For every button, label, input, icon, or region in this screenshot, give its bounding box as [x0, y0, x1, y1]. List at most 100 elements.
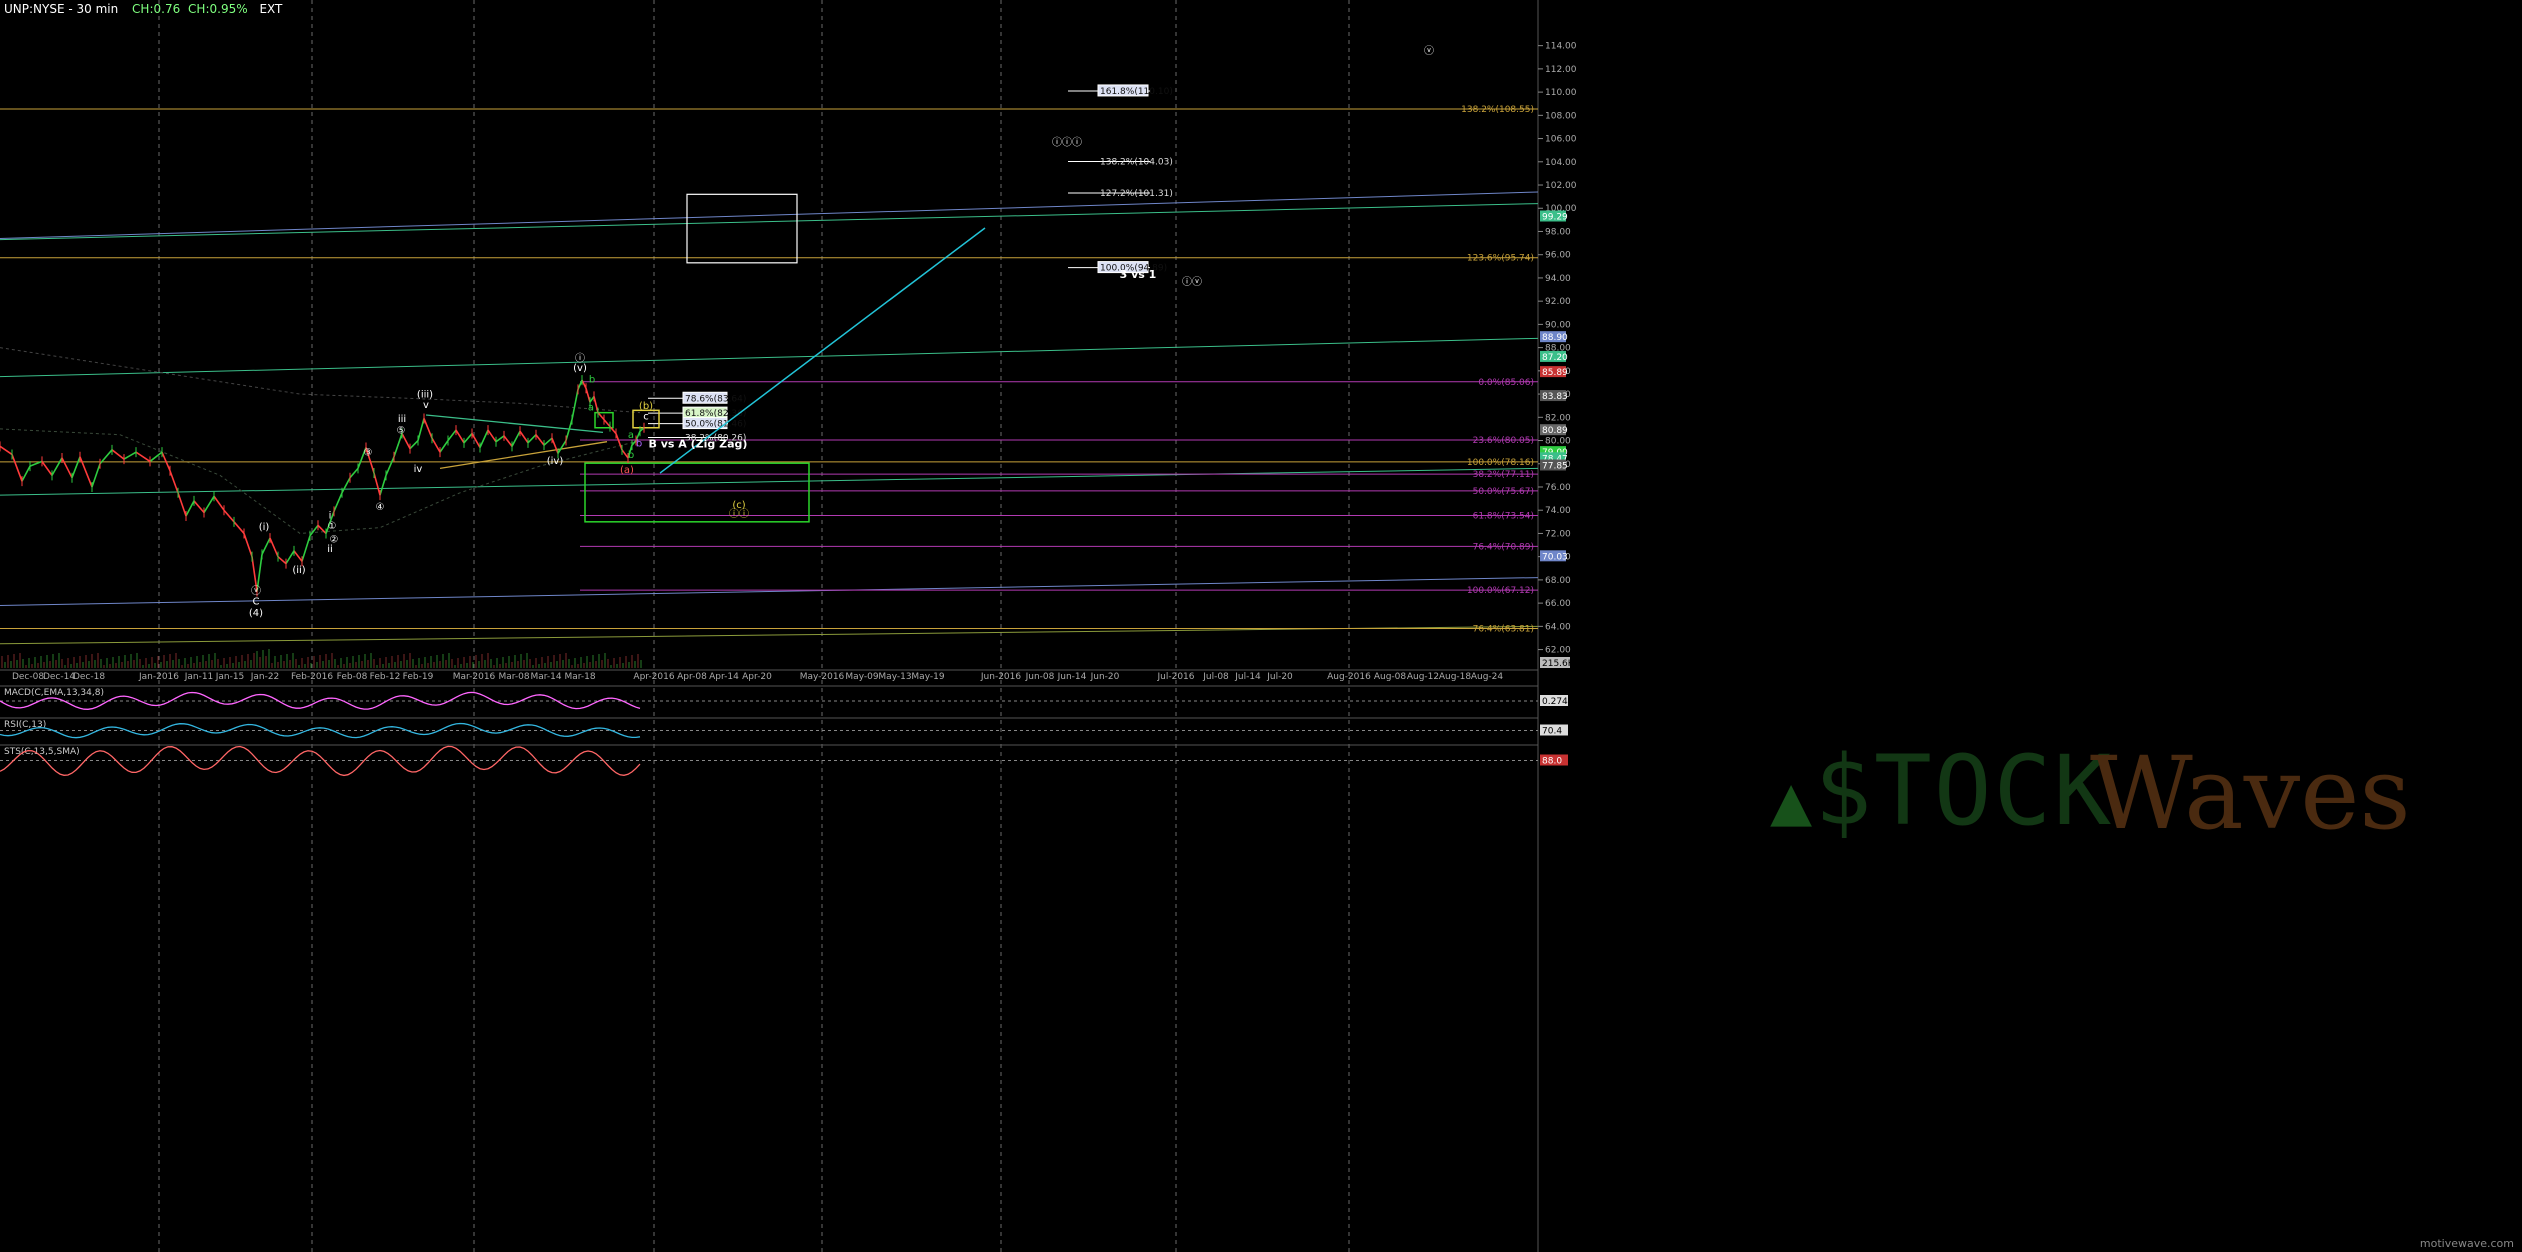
- price-segment: [503, 435, 513, 447]
- stock-triangle-icon: ▲: [1770, 759, 1815, 841]
- wave-label: b: [636, 438, 642, 449]
- fib-right-label: 23.6%(80.05): [1473, 436, 1534, 446]
- fib-right-label: 76.4%(70.89): [1473, 542, 1534, 552]
- triangle-lower: [439, 441, 608, 470]
- x-tick-label: Dec-18: [73, 672, 105, 682]
- wave-label: c: [643, 412, 649, 423]
- price-segment: [51, 457, 63, 476]
- price-segment: [185, 500, 195, 517]
- y-tick-label: 64.00: [1545, 622, 1571, 632]
- indicator-name: MACD(C,EMA,13,34,8): [4, 688, 104, 698]
- price-tag-label: 87.20: [1542, 353, 1568, 363]
- price-segment: [557, 440, 567, 454]
- price-segment: [309, 524, 319, 537]
- wave-label: (i): [259, 522, 270, 533]
- x-tick-label: Jul-20: [1266, 672, 1293, 682]
- x-tick-label: May-09: [845, 672, 878, 682]
- price-tag-label: 77.85: [1542, 461, 1568, 471]
- price-chart[interactable]: Dec-08Dec-14Dec-18 Jan-2016 Jan-11 Jan-15 Ja…: [0, 0, 2522, 1252]
- x-tick-label: Jun-20: [1090, 672, 1120, 682]
- y-tick-label: 62.00: [1545, 646, 1571, 656]
- x-tick-label: May-19: [911, 672, 944, 682]
- wave-label: ⑤: [397, 426, 406, 437]
- chart-header: UNP:NYSE - 30 min CH:0.76 CH:0.95% EXT: [4, 2, 282, 16]
- y-tick-label: 94.00: [1545, 274, 1571, 284]
- price-segment: [439, 440, 449, 453]
- x-tick-label: Aug-2016: [1327, 672, 1371, 682]
- price-segment: [169, 470, 179, 494]
- price-segment: [341, 477, 351, 494]
- x-tick-label: Feb-08: [337, 672, 368, 682]
- price-tag-label: 85.89: [1542, 368, 1568, 378]
- y-tick-label: 92.00: [1545, 297, 1571, 307]
- price-segment: [603, 419, 611, 428]
- wave-label: (4): [249, 608, 263, 619]
- change-pct: CH:0.95%: [188, 2, 248, 16]
- symbol-title: UNP:NYSE - 30 min: [4, 2, 119, 16]
- price-segment: [213, 495, 225, 511]
- indicator-name: STS(C,13,5,SMA): [4, 747, 80, 757]
- x-tick-label: Apr-14: [709, 672, 739, 682]
- wave-label: a: [588, 402, 594, 413]
- indicator-name: RSI(C,13): [4, 720, 46, 730]
- wave-label: ⓘⓘ: [729, 508, 749, 520]
- price-segment: [177, 492, 187, 517]
- price-segment: [149, 451, 163, 463]
- volume-tag-label: 215.6K: [1542, 659, 1575, 669]
- trend-line: [0, 577, 1539, 606]
- price-segment: [511, 430, 521, 447]
- price-segment: [123, 451, 137, 460]
- wave-label: (iii): [417, 390, 433, 401]
- wave-label: C: [253, 596, 260, 607]
- price-tag-label: 99.29: [1542, 212, 1568, 222]
- indicator-value: 0.274: [1542, 697, 1568, 707]
- fib-right-label: 138.2%(108.55): [1461, 105, 1534, 115]
- price-segment: [597, 412, 605, 421]
- price-segment: [431, 437, 441, 453]
- price-segment: [91, 463, 101, 488]
- wave-label: (iv): [547, 456, 564, 467]
- price-segment: [223, 509, 235, 523]
- wave-label: v: [423, 400, 429, 411]
- wave-label: ⓥ: [1424, 45, 1434, 57]
- price-segment: [233, 521, 245, 534]
- fib-near-label: 50.0%(81.46): [685, 420, 746, 430]
- x-tick-label: Apr-2016: [633, 672, 674, 682]
- watermark-text-2: Waves: [2090, 735, 2411, 852]
- fib-right-label: 76.4%(63.81): [1473, 625, 1534, 635]
- x-tick-label: Jan-15: [215, 672, 245, 682]
- x-tick-label: Mar-2016: [453, 672, 496, 682]
- y-tick-label: 112.00: [1545, 65, 1577, 75]
- price-segment: [585, 388, 591, 403]
- triangle-upper: [425, 414, 604, 434]
- fib-right-label: 38.2%(77.11): [1473, 470, 1534, 480]
- price-segment: [543, 437, 553, 446]
- x-tick-label: Jul-08: [1202, 672, 1229, 682]
- price-segment: [71, 456, 81, 478]
- price-segment: [269, 537, 279, 557]
- price-segment: [527, 434, 537, 444]
- price-segment: [193, 500, 205, 514]
- price-segment: [0, 445, 13, 456]
- price-segment: [261, 537, 271, 555]
- price-segment: [203, 495, 215, 513]
- price-segment: [11, 454, 23, 482]
- x-tick-label: Mar-08: [498, 672, 529, 682]
- wave-label: ④: [376, 502, 385, 513]
- price-segment: [479, 429, 489, 448]
- change-value: CH:0.76: [132, 2, 181, 16]
- price-segment: [373, 472, 381, 496]
- price-segment: [79, 456, 93, 488]
- price-segment: [423, 418, 433, 439]
- y-tick-label: 66.00: [1545, 599, 1571, 609]
- price-segment: [293, 550, 303, 562]
- price-segment: [487, 429, 497, 443]
- wave-label: b: [589, 374, 595, 385]
- price-segment: [409, 439, 419, 450]
- y-tick-label: 80.00: [1545, 437, 1571, 447]
- x-tick-label: Jan-11: [184, 672, 214, 682]
- x-tick-label: Jun-14: [1057, 672, 1087, 682]
- price-segment: [21, 465, 31, 482]
- price-segment: [571, 389, 579, 420]
- x-tick-label: May-13: [878, 672, 911, 682]
